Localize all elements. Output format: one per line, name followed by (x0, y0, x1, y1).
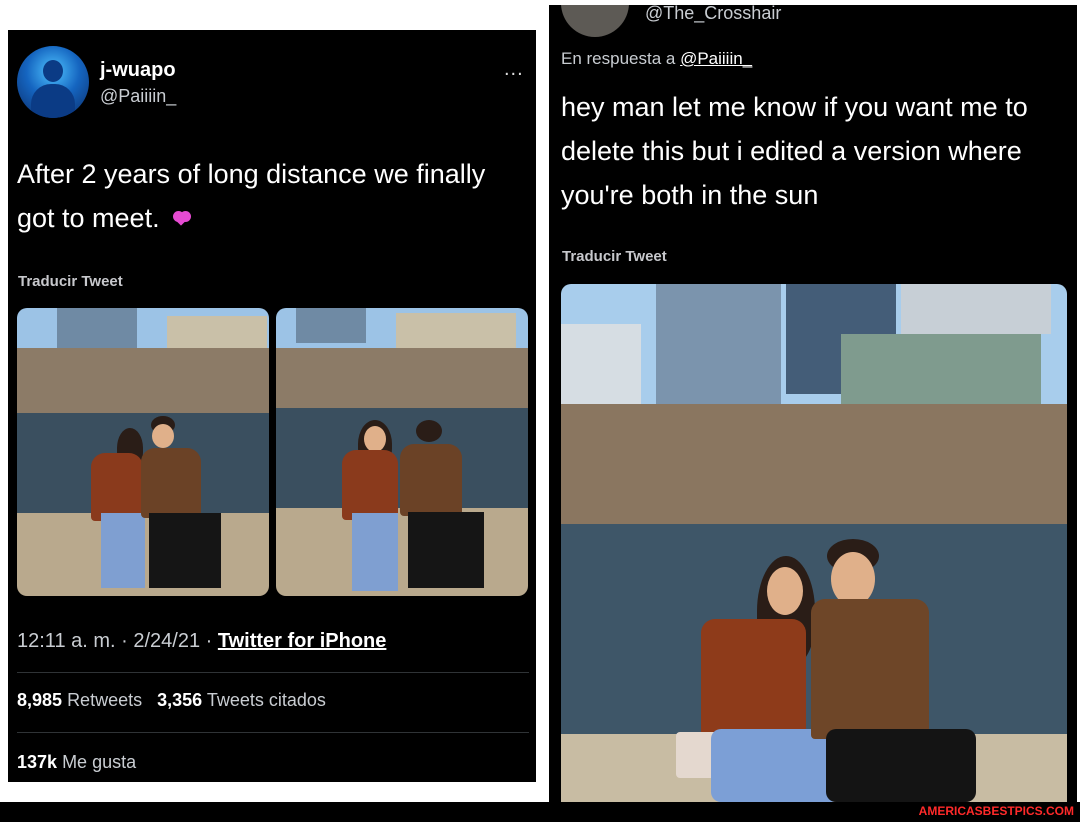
tweet-body: After 2 years of long distance we finall… (17, 159, 486, 233)
likes-count: 137k (17, 752, 58, 772)
tweet-photo-2[interactable] (276, 308, 528, 596)
retweets-label: Retweets (67, 690, 143, 710)
tweet-text: hey man let me know if you want me to de… (561, 92, 1028, 210)
two-hearts-icon (171, 209, 192, 227)
left-tweet-card: j-wuapo @Paiiiin_ ... After 2 years of l… (8, 30, 536, 782)
user-handle[interactable]: @The_Crosshair (645, 5, 781, 24)
quotes-label: Tweets citados (206, 690, 326, 710)
tweet-photo-1[interactable] (17, 308, 269, 596)
tweet-timestamp: 12:11 a. m. · 2/24/21 · Twitter for iPho… (17, 630, 386, 653)
reply-context: En respuesta a @Paiiiin_ (561, 49, 752, 69)
retweets-link[interactable]: 8,985 Retweets (17, 690, 142, 710)
source-link[interactable]: Twitter for iPhone (218, 630, 387, 652)
likes-link[interactable]: 137k Me gusta (17, 752, 136, 773)
translate-tweet-link[interactable]: Traducir Tweet (562, 248, 667, 265)
quote-tweets-link[interactable]: 3,356 Tweets citados (157, 690, 326, 710)
retweet-stats: 8,985 Retweets 3,356 Tweets citados (17, 690, 326, 711)
divider (17, 672, 529, 673)
likes-label: Me gusta (62, 752, 137, 772)
reply-mention-link[interactable]: @Paiiiin_ (680, 49, 752, 68)
divider (17, 732, 529, 733)
watermark: AMERICASBESTPICS.COM (918, 804, 1074, 818)
more-options-icon[interactable]: ... (504, 58, 524, 81)
tweet-photo[interactable] (561, 284, 1067, 802)
time-date[interactable]: 12:11 a. m. · 2/24/21 · (17, 630, 218, 652)
user-handle[interactable]: @Paiiiin_ (100, 86, 176, 107)
translate-tweet-link[interactable]: Traducir Tweet (18, 273, 123, 290)
user-avatar[interactable] (17, 46, 89, 118)
tweet-text: After 2 years of long distance we finall… (17, 152, 529, 240)
watermark-bar: AMERICASBESTPICS.COM (0, 802, 1080, 822)
reply-prefix: En respuesta a (561, 49, 681, 68)
reply-tweet-card: @The_Crosshair En respuesta a @Paiiiin_ … (549, 5, 1077, 802)
user-avatar[interactable] (561, 5, 629, 37)
display-name[interactable]: j-wuapo (100, 59, 176, 82)
retweets-count: 8,985 (17, 690, 63, 710)
quotes-count: 3,356 (157, 690, 203, 710)
